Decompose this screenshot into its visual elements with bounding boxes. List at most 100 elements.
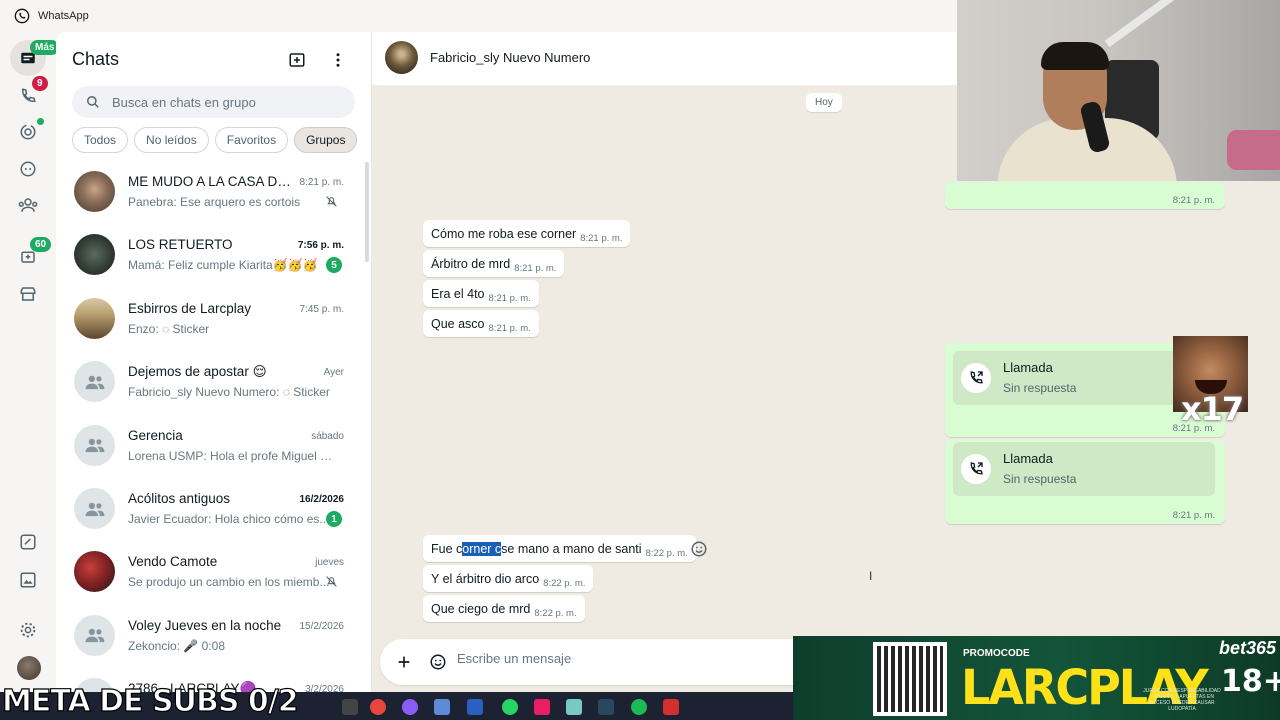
chat-time: 3/2/2026 (305, 684, 344, 692)
word-icon[interactable] (467, 699, 483, 715)
filter-no-leidos[interactable]: No leídos (134, 127, 209, 153)
chat-preview: Se produjo un cambio en los miemb... (128, 575, 330, 590)
navigation-rail: Más 9 60 (0, 32, 60, 692)
taskbar-app-icon[interactable] (342, 699, 358, 715)
sticker-button[interactable] (426, 650, 450, 674)
message-time: 8:21 p. m. (488, 323, 531, 334)
chat-preview: Panebra: Ese arquero es cortois (128, 195, 301, 209)
message-input[interactable] (457, 651, 757, 666)
chat-list-item[interactable]: Vendo Camote jueves Se produjo un cambio e… (56, 540, 366, 603)
selected-text: orner c (462, 542, 502, 556)
whatsapp-taskbar-icon[interactable] (502, 699, 518, 715)
chat-list-item[interactable]: Dejemos de apostar 😌 Ayer Fabricio_sly Nue… (56, 350, 366, 413)
chat-list-panel: Chats Todos No leídos Favoritos Grupos M… (56, 32, 372, 692)
chat-list-item[interactable]: LOS RETUERTO 7:56 p. m. Mamá: Feliz cumple… (56, 223, 366, 286)
incoming-message[interactable]: Era el 4to 8:21 p. m. (423, 280, 539, 307)
chat-preview: Enzo: ◌ Sticker (128, 321, 210, 336)
taskbar-app-icon[interactable] (566, 699, 582, 715)
message-time: 8:21 p. m. (1172, 195, 1215, 206)
subs-goal-overlay: META DE SUBS 0/2 (1, 683, 299, 719)
incoming-message[interactable]: Que ciego de mrd 8:22 p. m. (423, 595, 585, 622)
starred-nav-button[interactable] (16, 530, 40, 554)
react-emoji-icon[interactable] (690, 540, 708, 558)
message-time: 8:22 p. m. (534, 608, 577, 619)
attach-button[interactable] (392, 650, 416, 674)
call-title: Llamada (1003, 451, 1053, 466)
archived-badge: 60 (30, 237, 52, 252)
chat-list-item[interactable]: Gerencia sábado Lorena USMP: Hola el profe… (56, 414, 366, 477)
chat-avatar (74, 171, 115, 212)
steam-icon[interactable] (598, 699, 614, 715)
chrome-icon[interactable] (370, 699, 386, 715)
missed-call-card[interactable]: Llamada Sin respuesta (953, 442, 1215, 496)
new-chat-icon (289, 53, 305, 67)
search-input[interactable] (112, 94, 332, 110)
contact-avatar[interactable] (385, 41, 418, 74)
spotify-icon[interactable] (631, 699, 647, 715)
calls-badge: 9 (32, 76, 48, 91)
chat-time: 16/2/2026 (299, 494, 345, 505)
chat-avatar (74, 614, 115, 656)
search-icon (87, 96, 99, 108)
call-icon-wrap (961, 363, 991, 393)
filter-chips: Todos No leídos Favoritos Grupos (72, 127, 358, 153)
chat-avatar (74, 488, 115, 529)
search-bar[interactable] (72, 86, 355, 118)
chat-preview: Javier Ecuador: Hola chico cómo es... (128, 512, 330, 526)
filter-favoritos[interactable]: Favoritos (214, 127, 289, 153)
chat-name: Dejemos de apostar 😌 (128, 364, 267, 380)
store-nav-button[interactable] (16, 282, 40, 306)
chat-name: Gerencia (128, 427, 183, 443)
image-icon (20, 572, 36, 588)
contact-name[interactable]: Fabricio_sly Nuevo Numero (430, 50, 590, 65)
chat-list-item[interactable]: Acólitos antiguos 16/2/2026 Javier Ecuador… (56, 477, 366, 540)
incoming-message[interactable]: Fue corner cse mano a mano de santi 8:22 … (423, 535, 696, 562)
chat-time: 8:21 p. m. (299, 177, 344, 188)
chat-list-item[interactable]: Esbirros de Larcplay 7:45 p. m. Enzo: ◌ St… (56, 287, 366, 350)
message-text-after-selection: se mano a mano de santi (501, 542, 642, 556)
media-nav-button[interactable] (16, 568, 40, 592)
message-text: Árbitro de mrd (431, 257, 511, 271)
status-nav-button[interactable] (16, 120, 40, 144)
message-text: Cómo me roba ese corner (431, 227, 577, 241)
chat-preview: Lorena USMP: Hola el profe Miguel me ... (128, 448, 336, 463)
calculator-icon[interactable] (434, 699, 450, 715)
message-time: 8:21 p. m. (488, 293, 531, 304)
outgoing-call-icon (970, 462, 983, 475)
muted-icon (325, 195, 338, 213)
message-text: Era el 4to (431, 287, 485, 301)
chat-time: 7:45 p. m. (299, 303, 344, 315)
pdf-icon[interactable] (663, 699, 679, 715)
taskbar-app-icon[interactable] (402, 699, 418, 715)
outgoing-message[interactable]: 8:21 p. m. (945, 182, 1225, 209)
taskbar-app-icon[interactable] (534, 699, 550, 715)
more-vertical-icon (336, 53, 340, 67)
incoming-message[interactable]: Y el árbitro dio arco 8:22 p. m. (423, 565, 594, 592)
communities-icon (18, 198, 38, 212)
chat-list-item[interactable]: ME MUDO A LA CASA DE ... 8:21 p. m. Panebr… (56, 160, 366, 223)
filter-todos[interactable]: Todos (72, 127, 129, 153)
filter-grupos[interactable]: Grupos (294, 127, 358, 153)
group-icon (85, 502, 104, 516)
chat-time: sábado (311, 430, 344, 442)
settings-nav-button[interactable] (16, 618, 40, 642)
chat-avatar (74, 297, 115, 339)
qr-code (873, 642, 947, 716)
plus-icon (398, 656, 410, 668)
chat-list-item[interactable]: Voley Jueves en la noche 15/2/2026 Zekonci… (56, 604, 366, 667)
outgoing-call-message[interactable]: Llamada Sin respuesta 8:21 p. m. (945, 440, 1225, 524)
promo-fine-print: JUEGA CON RESPONSABILIDAD · JUEGOS Y APU… (1143, 688, 1221, 712)
group-icon (85, 375, 104, 389)
channels-nav-button[interactable] (16, 157, 40, 181)
meme-counter: x17 (1181, 390, 1244, 428)
message-time: 8:21 p. m. (1172, 510, 1215, 521)
incoming-message[interactable]: Que asco 8:21 p. m. (423, 310, 539, 337)
incoming-message[interactable]: Cómo me roba ese corner 8:21 p. m. (423, 220, 631, 247)
channels-icon (20, 161, 36, 177)
incoming-message[interactable]: Árbitro de mrd 8:21 p. m. (423, 250, 565, 277)
menu-button[interactable] (327, 49, 349, 71)
chat-preview: Mamá: Feliz cumple Kiarita🥳🥳🥳 (128, 258, 318, 273)
new-chat-button[interactable] (286, 49, 308, 71)
communities-nav-button[interactable] (16, 193, 40, 217)
profile-avatar[interactable] (17, 656, 41, 680)
